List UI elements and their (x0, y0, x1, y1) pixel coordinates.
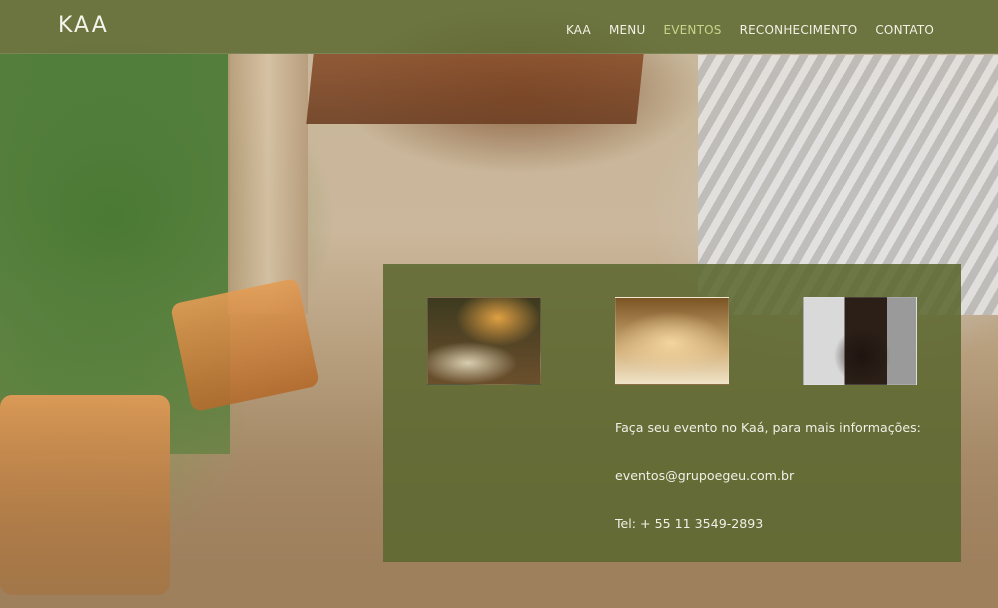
event-contact-info: Faça seu evento no Kaá, para mais inform… (615, 420, 945, 564)
event-gallery-thumbnails (427, 297, 917, 385)
nav-item-kaa[interactable]: KAA (566, 23, 591, 37)
event-intro-text: Faça seu evento no Kaá, para mais inform… (615, 420, 921, 435)
event-phone-text: Tel: + 55 11 3549-2893 (615, 516, 764, 531)
nav-item-contato[interactable]: CONTATO (875, 23, 934, 37)
events-info-panel: Faça seu evento no Kaá, para mais inform… (383, 264, 961, 562)
nav-item-menu[interactable]: MENU (609, 23, 646, 37)
event-thumbnail-2[interactable] (615, 297, 729, 385)
curtain (228, 54, 308, 314)
event-thumbnail-3[interactable] (803, 297, 917, 385)
event-email-link[interactable]: eventos@grupoegeu.com.br (615, 468, 945, 516)
brand-logo[interactable]: KAA (58, 13, 109, 38)
main-navigation: KAA MENU EVENTOS RECONHECIMENTO CONTATO (566, 23, 934, 37)
nav-item-reconhecimento[interactable]: RECONHECIMENTO (740, 23, 858, 37)
event-thumbnail-1[interactable] (427, 297, 541, 385)
wood-ceiling (306, 54, 644, 124)
nav-item-eventos[interactable]: EVENTOS (663, 23, 721, 37)
top-navigation-bar: KAA KAA MENU EVENTOS RECONHECIMENTO CONT… (0, 0, 998, 54)
